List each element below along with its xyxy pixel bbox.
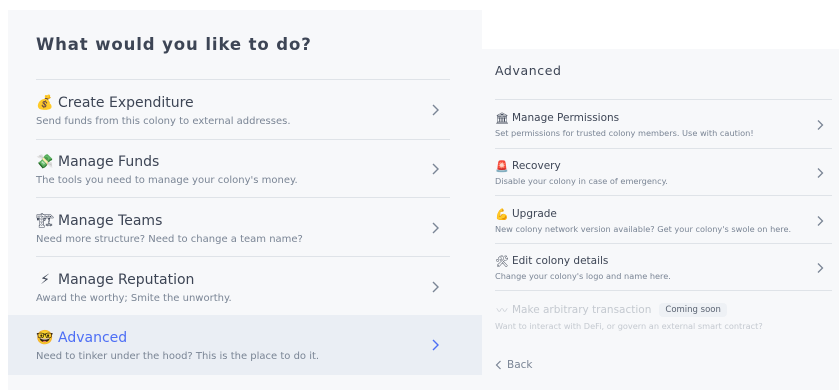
- chevron-right-icon: [817, 167, 824, 178]
- tools-icon: 🛠: [495, 254, 509, 268]
- option-title: Manage Funds: [58, 154, 160, 170]
- back-button[interactable]: Back: [495, 359, 533, 371]
- money-wings-icon: 💸: [36, 154, 54, 170]
- back-label: Back: [507, 359, 533, 371]
- option-description: Need to tinker under the hood? This is t…: [36, 351, 320, 362]
- advanced-dialog: Advanced 🏛 Manage Permissions Set permis…: [482, 49, 839, 390]
- option-description: Want to interact with DeFi, or govern an…: [495, 321, 763, 331]
- nerd-face-icon: 🤓: [36, 330, 54, 346]
- option-manage-permissions[interactable]: 🏛 Manage Permissions Set permissions for…: [482, 100, 839, 149]
- construction-crane-icon: 🏗: [36, 213, 54, 229]
- option-title: Recovery: [512, 160, 561, 172]
- option-arbitrary-transaction: 〰 Make arbitrary transaction Coming soon…: [482, 291, 839, 340]
- option-title: Upgrade: [512, 208, 557, 220]
- flexed-bicep-icon: 💪: [495, 207, 509, 221]
- option-description: Award the worthy; Smite the unworthy.: [36, 293, 232, 304]
- option-description: Change your colony's logo and name here.: [495, 271, 671, 281]
- dialog-title: What would you like to do?: [36, 35, 312, 54]
- chevron-right-icon: [432, 339, 439, 351]
- option-description: Disable your colony in case of emergency…: [495, 176, 668, 186]
- option-title: Manage Teams: [58, 213, 163, 229]
- option-description: Need more structure? Need to change a te…: [36, 234, 303, 245]
- siren-icon: 🚨: [495, 159, 509, 173]
- chevron-right-icon: [432, 222, 439, 233]
- option-description: The tools you need to manage your colony…: [36, 175, 298, 186]
- chevron-right-icon: [817, 262, 824, 273]
- option-edit-colony-details[interactable]: 🛠 Edit colony details Change your colony…: [482, 243, 839, 292]
- chevron-left-icon: [495, 360, 501, 370]
- option-create-expenditure[interactable]: 💰 Create Expenditure Send funds from thi…: [8, 80, 482, 139]
- classical-building-icon: 🏛: [495, 111, 509, 125]
- option-title: Manage Reputation: [58, 272, 195, 288]
- option-manage-teams[interactable]: 🏗 Manage Teams Need more structure? Need…: [8, 198, 482, 257]
- chevron-right-icon: [432, 281, 439, 292]
- option-manage-reputation[interactable]: ⚡ Manage Reputation Award the worthy; Sm…: [8, 257, 482, 316]
- option-title: Advanced: [58, 330, 128, 346]
- option-description: Send funds from this colony to external …: [36, 116, 291, 127]
- dialog-title: Advanced: [495, 63, 562, 78]
- chevron-right-icon: [817, 119, 824, 130]
- chevron-right-icon: [432, 163, 439, 174]
- option-advanced[interactable]: 🤓 Advanced Need to tinker under the hood…: [8, 315, 482, 375]
- option-recovery[interactable]: 🚨 Recovery Disable your colony in case o…: [482, 148, 839, 197]
- action-dialog: What would you like to do? 💰 Create Expe…: [8, 10, 482, 390]
- option-description: Set permissions for trusted colony membe…: [495, 128, 754, 138]
- chevron-right-icon: [432, 104, 439, 115]
- option-upgrade[interactable]: 💪 Upgrade New colony network version ava…: [482, 196, 839, 245]
- option-title: Edit colony details: [512, 255, 609, 267]
- option-description: New colony network version available? Ge…: [495, 224, 792, 234]
- option-manage-funds[interactable]: 💸 Manage Funds The tools you need to man…: [8, 139, 482, 198]
- option-title: Create Expenditure: [58, 95, 194, 111]
- option-title: Make arbitrary transaction: [512, 304, 652, 316]
- lightning-icon: ⚡: [40, 272, 50, 288]
- money-bag-icon: 💰: [36, 95, 54, 111]
- option-title: Manage Permissions: [512, 112, 620, 124]
- chevron-right-icon: [817, 215, 824, 226]
- squiggle-icon: 〰: [496, 303, 508, 317]
- coming-soon-badge: Coming soon: [659, 303, 727, 317]
